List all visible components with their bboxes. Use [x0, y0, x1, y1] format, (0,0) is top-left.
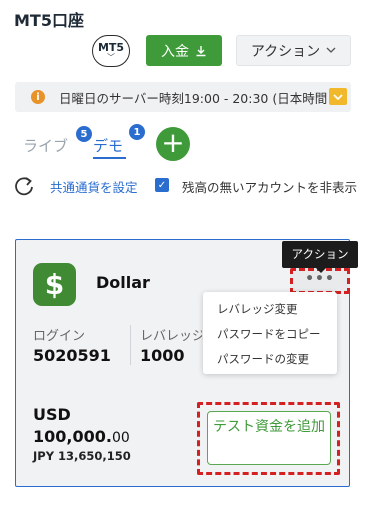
download-icon: [196, 45, 206, 56]
menu-item-change-password[interactable]: パスワードの変更: [203, 347, 337, 372]
login-label: ログイン: [33, 329, 86, 344]
add-account-button[interactable]: +: [156, 127, 190, 161]
stat-divider: [130, 325, 131, 365]
account-currency: USD: [33, 405, 71, 424]
dollar-icon: $: [33, 263, 76, 306]
demo-count-badge: 1: [129, 124, 145, 140]
live-count-badge: 5: [76, 126, 92, 142]
chevron-down-icon: ﹀: [107, 53, 115, 62]
hide-zero-balance-checkbox[interactable]: ✓: [155, 178, 169, 192]
menu-item-change-leverage[interactable]: レバレッジ変更: [203, 297, 337, 322]
balance-cents: 00: [111, 430, 130, 446]
notice-text: 日曜日のサーバー時刻19:00 - 20:30 (日本時間: [59, 90, 328, 106]
chevron-down-icon: [326, 47, 336, 53]
tab-live[interactable]: ライブ: [23, 135, 68, 156]
balance-main: 100,000.: [33, 427, 112, 446]
add-test-funds-button[interactable]: テスト資金を追加: [207, 411, 331, 465]
menu-item-copy-password[interactable]: パスワードをコピー: [203, 322, 337, 347]
tab-demo[interactable]: デモ: [93, 135, 123, 156]
leverage-value: 1000: [140, 346, 185, 365]
refresh-icon[interactable]: [13, 175, 35, 197]
leverage-label: レバレッジ: [140, 329, 202, 344]
active-tab-underline: [93, 157, 126, 159]
action-dropdown[interactable]: アクション: [236, 35, 351, 66]
info-icon: i: [31, 90, 45, 104]
jpy-equivalent: JPY 13,650,150: [33, 449, 131, 463]
expand-notice-button[interactable]: [329, 88, 347, 105]
chevron-down-icon: [333, 93, 343, 100]
actions-tooltip: アクション: [282, 241, 358, 273]
page-title: MT5口座: [14, 11, 84, 30]
action-label: アクション: [250, 43, 321, 60]
account-actions-menu: レバレッジ変更 パスワードをコピー パスワードの変更: [203, 292, 337, 374]
platform-switcher[interactable]: MT5 ﹀: [92, 35, 130, 67]
login-value: 5020591: [33, 346, 111, 365]
hide-zero-balance-label: 残高の無いアカウントを非表示: [182, 180, 358, 195]
account-name: Dollar: [96, 273, 150, 292]
deposit-button[interactable]: 入金: [146, 35, 222, 66]
set-common-currency-link[interactable]: 共通通貨を設定: [50, 176, 140, 200]
account-balance: 100,000.00: [33, 427, 130, 446]
deposit-label: 入金: [161, 43, 189, 60]
maintenance-notice: i 日曜日のサーバー時刻19:00 - 20:30 (日本時間: [15, 82, 351, 112]
